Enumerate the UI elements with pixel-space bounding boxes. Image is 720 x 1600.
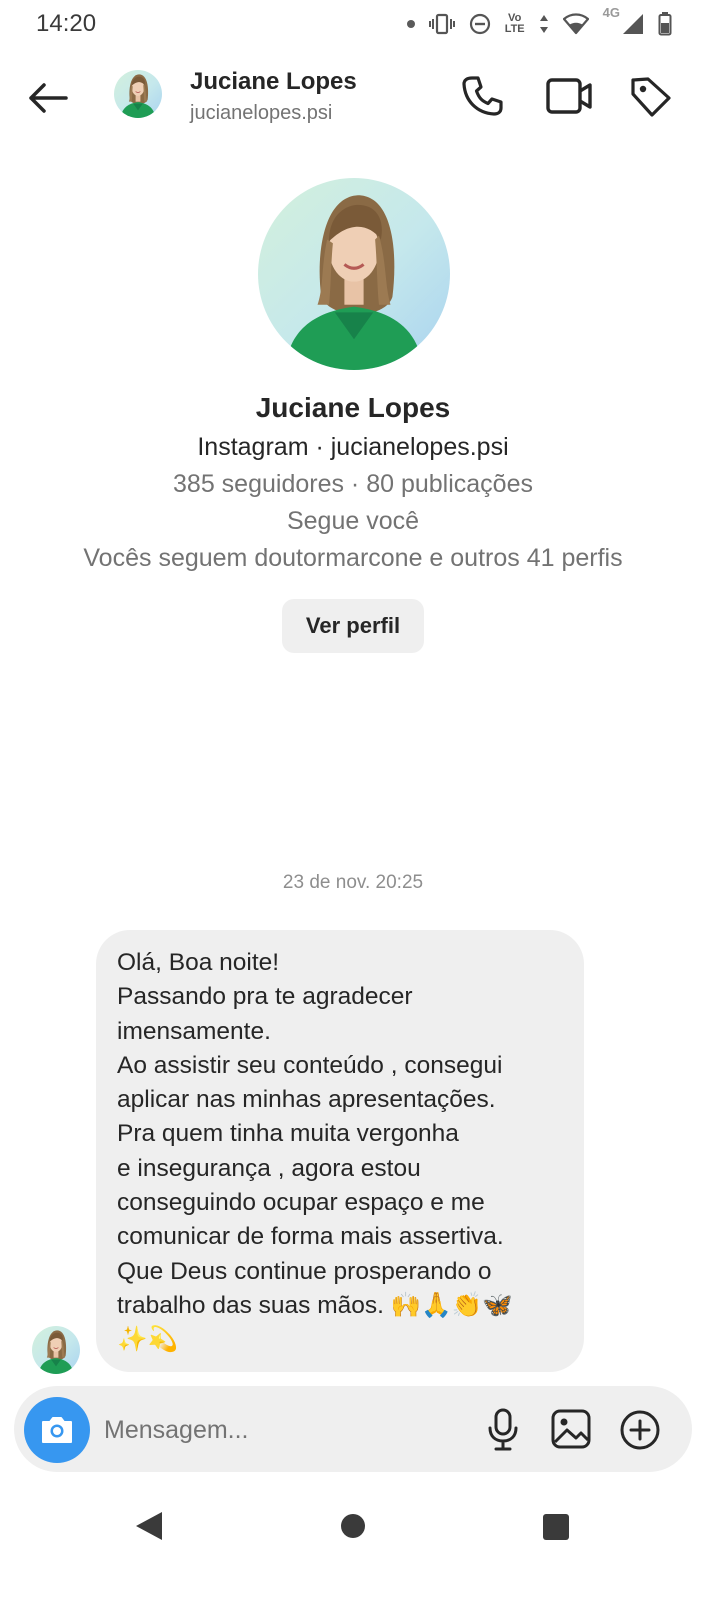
header-avatar[interactable] [114,70,162,118]
message-bubble[interactable]: Olá, Boa noite! Passando pra te agradece… [96,930,584,1372]
voice-message-button[interactable] [480,1406,526,1452]
add-circle-icon [620,1410,660,1450]
notification-dot-icon [406,20,415,28]
follow-status: Segue você [286,507,420,535]
header-username[interactable]: jucianelopes.psi [190,102,332,125]
message-input[interactable] [104,1405,464,1455]
network-indicator: 4G [603,6,644,35]
gallery-button[interactable] [548,1406,594,1452]
video-call-button[interactable] [544,72,596,120]
profile-stats: 385 seguidores · 80 publicações [173,470,533,498]
profile-avatar[interactable] [258,178,450,370]
camera-icon [42,1417,72,1443]
signal-icon [623,14,643,34]
phone-icon [462,76,503,116]
battery-icon [658,12,672,36]
video-camera-icon [546,78,592,114]
wifi-icon [562,13,589,35]
microphone-icon [488,1408,518,1451]
volte-icon: Vo LTE [505,13,525,35]
tag-icon [631,77,671,117]
camera-button[interactable] [24,1397,90,1463]
arrow-left-icon [29,83,68,113]
status-time: 14:20 [36,10,97,37]
nav-back-icon [136,1512,162,1540]
data-arrows-icon [539,15,548,33]
back-button[interactable] [24,74,72,122]
profile-name: Juciane Lopes [255,392,451,423]
message-text: Olá, Boa noite! Passando pra te agradece… [117,949,513,1354]
view-profile-button[interactable]: Ver perfil [282,599,424,653]
nav-recents-icon[interactable] [543,1514,569,1540]
sender-avatar[interactable] [32,1326,80,1374]
profile-source: Instagram · jucianelopes.psi [197,433,509,461]
header-name[interactable]: Juciane Lopes [190,68,357,96]
network-type-label: 4G [602,5,620,20]
nav-back-button[interactable] [134,1510,166,1542]
image-icon [551,1409,591,1449]
tag-button[interactable] [626,72,674,120]
do-not-disturb-icon [469,13,490,35]
mutual-followers: Vocês seguem doutormarcone e outros 41 p… [83,544,623,572]
more-options-button[interactable] [616,1406,664,1454]
volte-bottom-label: LTE [504,23,525,35]
audio-call-button[interactable] [458,72,506,120]
message-timestamp: 23 de nov. 20:25 [282,872,424,893]
status-icons: Vo LTE 4G [406,6,672,38]
nav-home-icon[interactable] [341,1514,365,1538]
vibrate-icon [428,13,455,35]
